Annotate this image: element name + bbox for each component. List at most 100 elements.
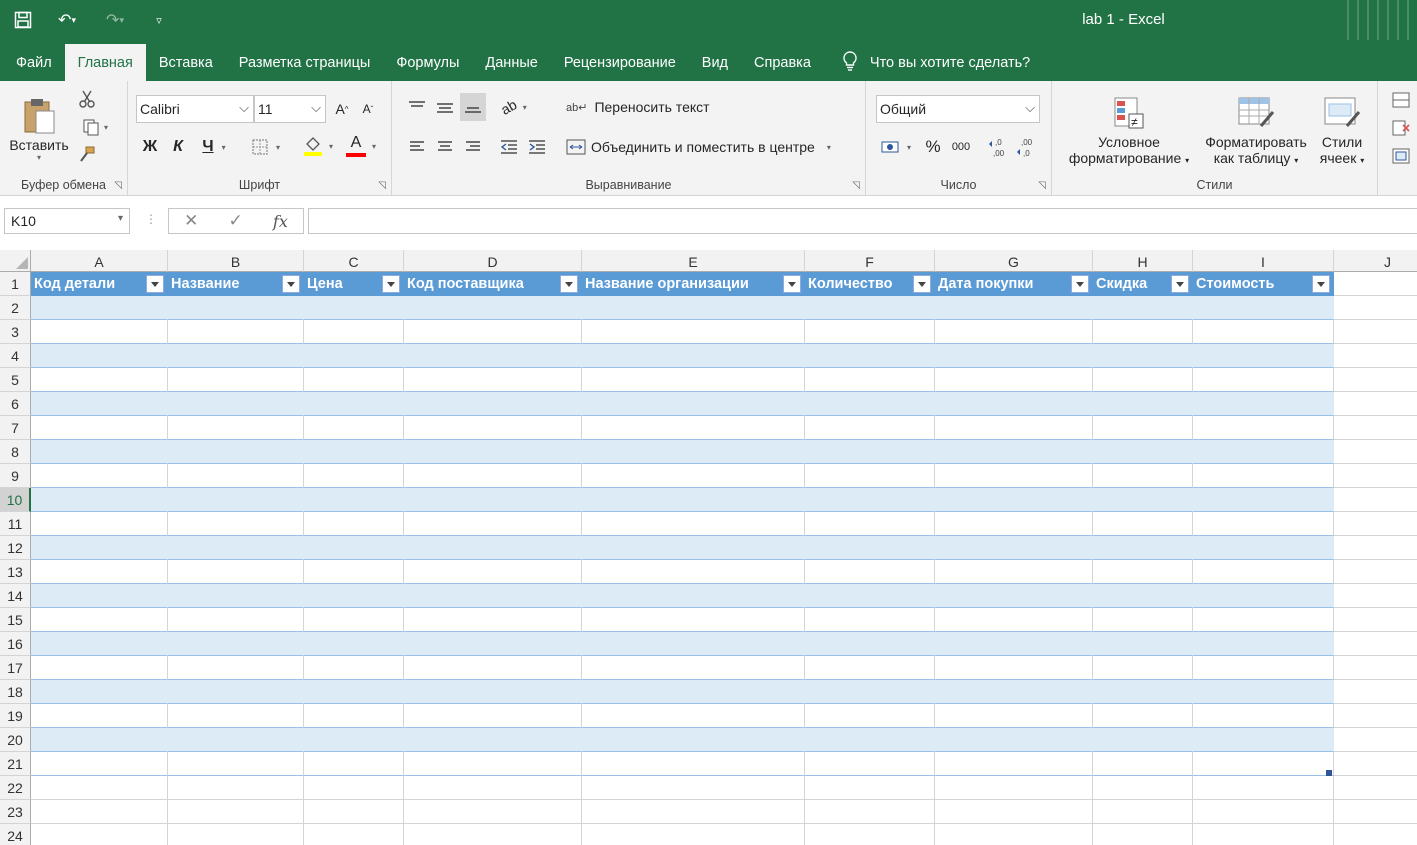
grid-cell[interactable] bbox=[935, 584, 1093, 608]
grid-cell[interactable] bbox=[805, 824, 935, 845]
filter-dropdown-icon[interactable] bbox=[146, 275, 164, 293]
grid-cell[interactable] bbox=[1334, 776, 1417, 800]
tab-data[interactable]: Данные bbox=[472, 44, 550, 81]
grid-cell[interactable] bbox=[304, 296, 404, 320]
grid-cell[interactable] bbox=[404, 728, 582, 752]
insert-function-icon[interactable]: fx bbox=[273, 212, 288, 231]
grid-cell[interactable] bbox=[1193, 392, 1334, 416]
italic-button[interactable]: К bbox=[166, 135, 190, 159]
column-header-d[interactable]: D bbox=[404, 250, 582, 272]
grid-cell[interactable] bbox=[304, 656, 404, 680]
grid-cell[interactable] bbox=[805, 440, 935, 464]
align-bottom-button[interactable] bbox=[460, 93, 486, 121]
comma-style-button[interactable]: 000 bbox=[948, 133, 974, 161]
grid-cell[interactable] bbox=[404, 440, 582, 464]
tab-formulas[interactable]: Формулы bbox=[383, 44, 472, 81]
grid-cell[interactable] bbox=[935, 752, 1093, 776]
grid-cell[interactable] bbox=[168, 464, 304, 488]
row-header[interactable]: 14 bbox=[0, 584, 31, 608]
font-name-select[interactable]: Calibri ⌵ bbox=[136, 95, 254, 123]
filter-dropdown-icon[interactable] bbox=[1312, 275, 1330, 293]
grid-cell[interactable] bbox=[168, 608, 304, 632]
grid-cell[interactable] bbox=[1093, 824, 1193, 845]
table-resize-handle[interactable] bbox=[1326, 770, 1332, 776]
alignment-launcher-icon[interactable]: ◹ bbox=[852, 180, 860, 191]
grid-cell[interactable] bbox=[1334, 344, 1417, 368]
grid-cell[interactable] bbox=[31, 632, 168, 656]
grid-cell[interactable] bbox=[582, 440, 805, 464]
grid-cell[interactable] bbox=[1193, 464, 1334, 488]
insert-cells-button[interactable] bbox=[1390, 89, 1412, 111]
row-header[interactable]: 5 bbox=[0, 368, 31, 392]
grid-cell[interactable] bbox=[1093, 416, 1193, 440]
grid-cell[interactable] bbox=[304, 776, 404, 800]
grid-cell[interactable] bbox=[168, 344, 304, 368]
grid-cell[interactable] bbox=[304, 512, 404, 536]
grid-cell[interactable] bbox=[168, 824, 304, 845]
grid-cell[interactable] bbox=[582, 488, 805, 512]
grid-cell[interactable] bbox=[168, 560, 304, 584]
column-header-g[interactable]: G bbox=[935, 250, 1093, 272]
grid-cell[interactable] bbox=[935, 392, 1093, 416]
grid-cell[interactable] bbox=[404, 512, 582, 536]
grid-cell[interactable] bbox=[1093, 320, 1193, 344]
table-header-cell[interactable]: Цена bbox=[304, 272, 404, 296]
grid-cell[interactable] bbox=[304, 368, 404, 392]
grid-cell[interactable] bbox=[31, 416, 168, 440]
filter-dropdown-icon[interactable] bbox=[560, 275, 578, 293]
grid-cell[interactable] bbox=[304, 632, 404, 656]
grid-cell[interactable] bbox=[1193, 344, 1334, 368]
grid-cell[interactable] bbox=[31, 320, 168, 344]
grid-cell[interactable] bbox=[404, 800, 582, 824]
grid-cell[interactable] bbox=[935, 296, 1093, 320]
grid-cell[interactable] bbox=[1093, 344, 1193, 368]
table-header-cell[interactable]: Название bbox=[168, 272, 304, 296]
grid-cell[interactable] bbox=[935, 824, 1093, 845]
grid-cell[interactable] bbox=[404, 416, 582, 440]
table-header-cell[interactable]: Название организации bbox=[582, 272, 805, 296]
column-header-i[interactable]: I bbox=[1193, 250, 1334, 272]
row-header[interactable]: 6 bbox=[0, 392, 31, 416]
underline-button[interactable]: Ч ▾ bbox=[194, 135, 234, 159]
grid-cell[interactable] bbox=[304, 824, 404, 845]
grid-cell[interactable] bbox=[1334, 632, 1417, 656]
row-header[interactable]: 16 bbox=[0, 632, 31, 656]
clipboard-launcher-icon[interactable]: ◹ bbox=[114, 180, 122, 191]
grid-cell[interactable] bbox=[1193, 776, 1334, 800]
grid-cell[interactable] bbox=[168, 632, 304, 656]
grid-cell[interactable] bbox=[935, 320, 1093, 344]
grid-cell[interactable] bbox=[1334, 728, 1417, 752]
grid-cell[interactable] bbox=[1334, 488, 1417, 512]
grid-cell[interactable] bbox=[1193, 320, 1334, 344]
grid-cell[interactable] bbox=[304, 608, 404, 632]
font-size-select[interactable]: 11 ⌵ bbox=[254, 95, 326, 123]
grid-cell[interactable] bbox=[1334, 272, 1417, 296]
grid-cell[interactable] bbox=[582, 464, 805, 488]
row-header[interactable]: 11 bbox=[0, 512, 31, 536]
grid-cell[interactable] bbox=[31, 440, 168, 464]
grid-cell[interactable] bbox=[304, 536, 404, 560]
grid-cell[interactable] bbox=[1093, 752, 1193, 776]
cell-styles-button[interactable]: Стили ячеек ▾ bbox=[1314, 89, 1370, 173]
grid-cell[interactable] bbox=[1093, 776, 1193, 800]
grid-cell[interactable] bbox=[1193, 728, 1334, 752]
grid-cell[interactable] bbox=[404, 632, 582, 656]
grid-cell[interactable] bbox=[935, 464, 1093, 488]
grid-cell[interactable] bbox=[582, 776, 805, 800]
shrink-font-button[interactable]: Aˇ bbox=[358, 97, 378, 121]
grid-cell[interactable] bbox=[805, 344, 935, 368]
grid-cell[interactable] bbox=[1334, 320, 1417, 344]
grid-cell[interactable] bbox=[168, 776, 304, 800]
grid-cell[interactable] bbox=[1093, 368, 1193, 392]
column-header-j[interactable]: J bbox=[1334, 250, 1417, 272]
grid-cell[interactable] bbox=[1093, 608, 1193, 632]
grid-cell[interactable] bbox=[404, 560, 582, 584]
name-box[interactable]: K10 ▾ bbox=[4, 208, 130, 234]
grid-cell[interactable] bbox=[404, 392, 582, 416]
align-left-button[interactable] bbox=[404, 133, 430, 161]
table-header-cell[interactable]: Код детали bbox=[31, 272, 168, 296]
grid-cell[interactable] bbox=[935, 536, 1093, 560]
grid-cell[interactable] bbox=[168, 416, 304, 440]
table-header-cell[interactable]: Скидка bbox=[1093, 272, 1193, 296]
grid-cell[interactable] bbox=[1193, 584, 1334, 608]
